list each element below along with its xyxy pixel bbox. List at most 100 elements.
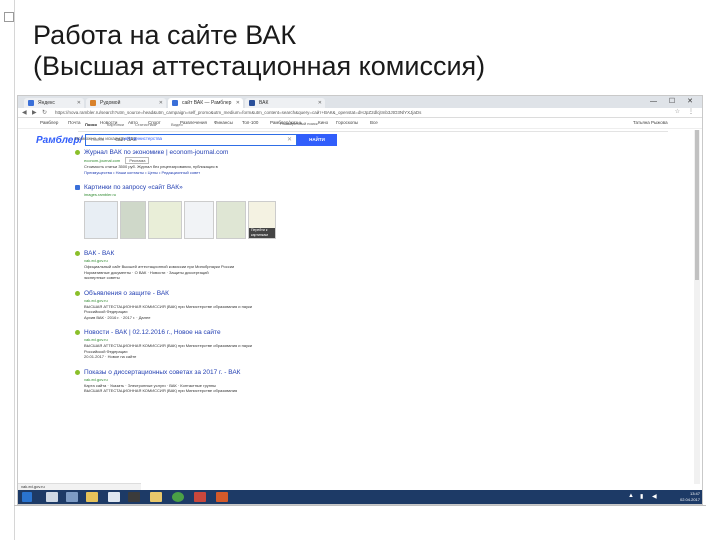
result-item: Новости - ВАК | 02.12.2016 г., Новое на … [75,329,595,360]
taskbar-app-icon[interactable] [66,492,78,502]
taskbar-app-icon[interactable] [108,492,120,502]
windows-taskbar: ▲ ▮ ◀ 13:47 02.04.2017 [18,490,702,504]
taskbar-app-icon[interactable] [194,492,206,502]
tab-close-icon[interactable]: ✕ [318,98,322,108]
result-item: Показы о диссертационных советах за 2017… [75,369,595,394]
result-item: Объявления о защите - ВАК vak.ed.gov.ru … [75,290,595,321]
result-title[interactable]: Картинки по запросу «сайт ВАК» [84,184,595,192]
result-title[interactable]: Журнал ВАК по экономике | econom-journal… [84,149,595,157]
slide-title-line1: Работа на сайте ВАК [33,20,297,50]
tray-up-arrow-icon[interactable]: ▲ [628,493,634,499]
result-item: ВАК - ВАК vak.ed.gov.ru Официальный сайт… [75,250,595,281]
result-url: econom-journal.com Реклама [84,157,595,164]
image-thumbnail[interactable] [120,201,146,239]
reload-icon[interactable]: ↻ [42,109,47,116]
vertical-tab-video[interactable]: Видео [171,122,183,127]
browser-tab-yandex[interactable]: Яндекс ✕ [24,98,84,108]
tab-label: Яндекс [38,100,55,106]
window-controls[interactable]: — ☐ ✕ [650,97,698,105]
clock-date: 02.04.2017 [679,497,700,502]
taskbar-clock[interactable]: 13:47 02.04.2017 [680,491,700,503]
image-thumbnail[interactable] [84,201,118,239]
bookmark-star-icon[interactable]: ☆ [675,108,680,115]
tab-favicon-icon [172,100,178,106]
slide-bottom-rule [14,505,706,506]
tab-close-icon[interactable]: ✕ [236,98,240,108]
result-site-icon [75,150,80,155]
forward-icon[interactable]: ▶ [32,109,37,116]
result-item-images: Картинки по запросу «сайт ВАК» images.ra… [75,184,595,241]
images-icon [75,185,80,190]
address-bar-row: ◀ ▶ ↻ https://nova.rambler.ru/search?utm… [18,108,702,118]
result-title[interactable]: Показы о диссертационных советах за 2017… [84,369,595,377]
volume-icon[interactable]: ◀ [652,493,657,500]
back-icon[interactable]: ◀ [22,109,27,116]
tab-favicon-icon [249,100,255,106]
search-results: Возможно, вы искали: сайт министерства Ж… [75,136,595,403]
file-explorer-icon[interactable] [86,492,98,502]
image-thumbnail[interactable]: Перейти к картинкам [248,201,276,239]
result-snippet: экспертные советы [84,275,120,280]
vertical-tab-search[interactable]: Поиск [85,122,97,127]
chrome-icon[interactable] [172,492,184,502]
topnav-item[interactable]: Кино [318,120,328,125]
browser-status-bar: vak.ed.gov.ru [18,483,141,490]
url-field[interactable]: https://nova.rambler.ru/search?utm_sourc… [55,109,675,116]
media-player-icon[interactable] [128,492,140,502]
taskbar-app-icon[interactable] [150,492,162,502]
tab-close-icon[interactable]: ✕ [159,98,163,108]
result-snippet: ВЫСШАЯ АТТЕСТАЦИОННАЯ КОМИССИЯ (ВАК) при… [84,388,238,393]
result-url[interactable]: images.rambler.ru [84,192,595,198]
scrollbar-thumb[interactable] [695,130,699,280]
topnav-item[interactable]: Финансы [214,120,233,125]
tab-favicon-icon [90,100,96,106]
topnav-item[interactable]: Гороскопы [336,120,358,125]
result-item: Журнал ВАК по экономике | econom-journal… [75,149,595,175]
browser-tab-strip: Яндекс ✕ Рудомой ✕ сайт ВАК — Рамблер ✕ … [18,96,702,108]
result-snippet: 20.01.2017 · Новое на сайте [84,354,137,359]
more-images-caption[interactable]: Перейти к картинкам [249,228,275,238]
result-title[interactable]: ВАК - ВАК [84,250,595,258]
topnav-item[interactable]: Топ-100 [242,120,258,125]
spelling-note-link[interactable]: сайт министерства [122,136,162,141]
result-site-icon [75,369,80,375]
slide-bullet-icon [4,12,14,22]
spelling-note-text: Возможно, вы искали: [75,136,122,141]
vertical-divider [78,131,668,132]
image-thumbnails: Перейти к картинкам [84,201,595,241]
result-site-icon [75,290,80,296]
tab-label: ВАК [259,100,269,106]
tab-label: сайт ВАК — Рамблер [182,100,232,106]
browser-tab-rudomoy[interactable]: Рудомой ✕ [86,98,166,108]
browser-tab-rambler[interactable]: сайт ВАК — Рамблер ✕ [168,98,243,108]
result-url-text[interactable]: econom-journal.com [84,158,120,163]
slide-left-rule [14,0,15,540]
topnav-item[interactable]: Все [370,120,378,125]
image-thumbnail[interactable] [216,201,246,239]
topnav-item[interactable]: Развлечения [180,120,207,125]
spelling-note: Возможно, вы искали: сайт министерства [75,136,595,141]
network-icon[interactable]: ▮ [640,493,643,500]
result-site-icon [75,330,80,335]
result-title[interactable]: Объявления о защите - ВАК [84,290,595,298]
extended-search-link[interactable]: Расширенный поиск [280,121,318,126]
topnav-item[interactable]: Рамблер [40,120,58,125]
tab-label: Рудомой [100,100,121,106]
ad-badge: Реклама [125,157,150,164]
image-thumbnail[interactable] [148,201,182,239]
slide-title: Работа на сайте ВАК (Высшая аттестационн… [33,20,485,82]
image-thumbnail[interactable] [184,201,214,239]
browser-tab-vak[interactable]: ВАК ✕ [245,98,325,108]
topnav-item[interactable]: Почта [68,120,81,125]
browser-menu-icon[interactable]: ⋮ [688,108,694,115]
page-scrollbar[interactable] [694,130,700,484]
result-title[interactable]: Новости - ВАК | 02.12.2016 г., Новое на … [84,329,595,337]
start-button-icon[interactable] [22,492,32,502]
powerpoint-icon[interactable] [216,492,228,502]
sitelinks-text[interactable]: Преимущества • Наши контакты • Цены • Ре… [84,170,200,175]
tab-close-icon[interactable]: ✕ [77,98,81,108]
vertical-tab-images[interactable]: Картинки [107,122,124,127]
vertical-tab-stats[interactable]: Статистика [135,122,156,127]
user-name[interactable]: Татьяна Рыжова [633,120,668,125]
taskbar-app-icon[interactable] [46,492,58,502]
